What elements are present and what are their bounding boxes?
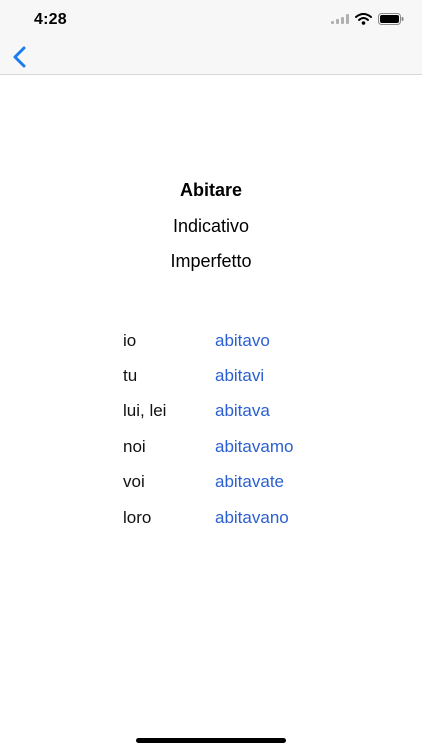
status-bar: 4:28 bbox=[0, 0, 422, 40]
verb-form: abitavano bbox=[215, 508, 289, 527]
verb-infinitive: Abitare bbox=[179, 180, 242, 200]
signal-icon bbox=[331, 14, 349, 24]
wifi-icon bbox=[355, 13, 372, 25]
pronoun: io bbox=[123, 331, 137, 350]
back-button[interactable] bbox=[8, 44, 34, 70]
pronoun: tu bbox=[123, 366, 138, 385]
pronoun: voi bbox=[123, 472, 145, 491]
verb-form: abitavate bbox=[215, 472, 284, 491]
home-indicator[interactable] bbox=[136, 738, 286, 743]
verb-form: abitavamo bbox=[215, 437, 294, 456]
pronoun: lui, lei bbox=[123, 401, 167, 420]
verb-form: abitavo bbox=[215, 331, 270, 350]
verb-mode: Indicativo bbox=[172, 216, 250, 236]
verb-tense: Imperfetto bbox=[170, 251, 252, 271]
chevron-left-icon bbox=[13, 46, 26, 68]
status-time: 4:28 bbox=[34, 11, 67, 28]
verb-form: abitavi bbox=[215, 366, 265, 385]
battery-icon bbox=[378, 13, 404, 25]
verb-form: abitava bbox=[215, 401, 270, 420]
status-icons bbox=[331, 13, 404, 25]
pronoun: noi bbox=[123, 437, 146, 456]
pronoun: loro bbox=[123, 508, 152, 527]
navigation-bar bbox=[0, 40, 422, 75]
